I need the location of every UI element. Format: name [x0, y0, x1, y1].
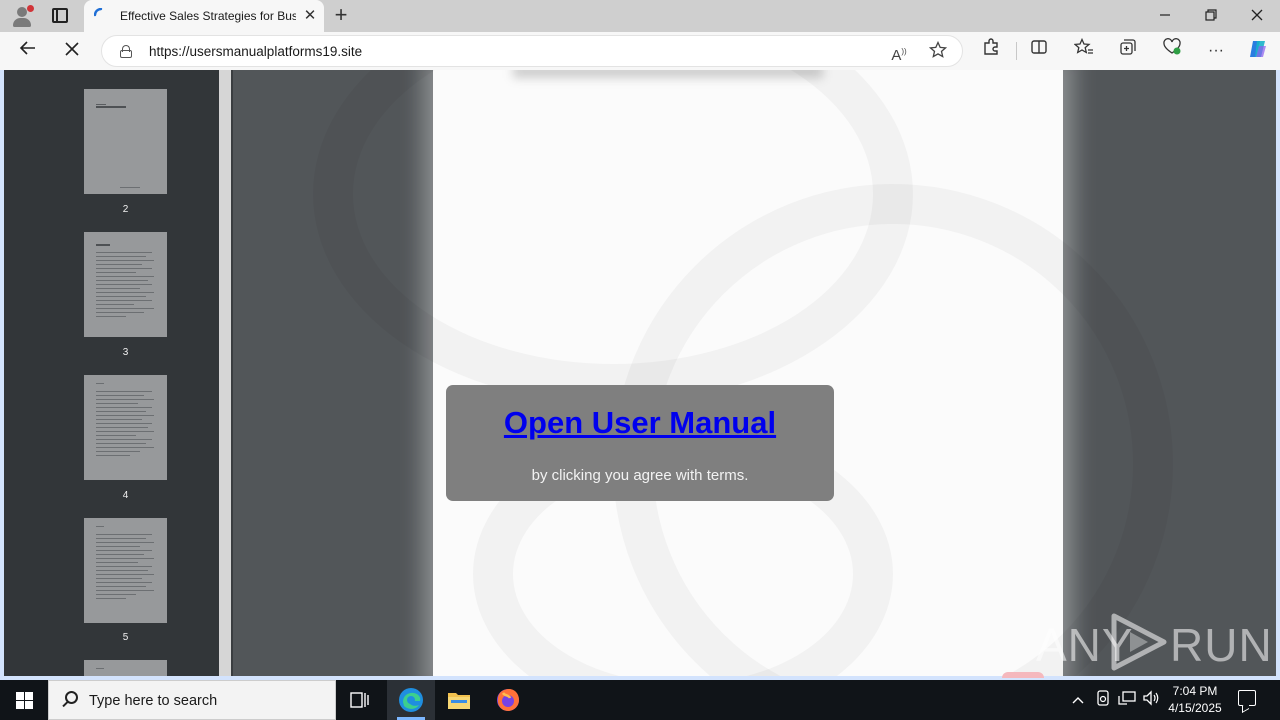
close-icon	[1251, 9, 1263, 21]
notification-center-icon[interactable]	[1238, 690, 1256, 706]
screen: Effective Sales Strategies for Busi ✕ + …	[0, 0, 1280, 720]
more-options-icon[interactable]: ···	[1203, 38, 1229, 64]
back-button[interactable]	[15, 38, 41, 64]
thumbnail-page-5[interactable]	[84, 518, 167, 623]
url-text[interactable]: https://usersmanualplatforms19.site	[149, 44, 362, 59]
sidebar-splitter[interactable]	[219, 70, 233, 676]
taskbar: Type here to search 7:04 PM 4/15/2025	[0, 680, 1280, 720]
tab-active[interactable]: Effective Sales Strategies for Busi ✕	[84, 0, 324, 32]
thumbnail-label: 4	[122, 490, 129, 501]
lock-icon[interactable]	[120, 45, 132, 58]
thumbnail-label: 5	[122, 632, 129, 643]
restore-icon	[1205, 9, 1217, 21]
tab-actions-icon[interactable]	[52, 8, 68, 23]
taskbar-file-explorer[interactable]	[435, 680, 483, 720]
system-clock[interactable]: 7:04 PM 4/15/2025	[1160, 683, 1230, 717]
extensions-icon[interactable]	[978, 38, 1004, 64]
tab-close-icon[interactable]: ✕	[302, 8, 318, 24]
task-view-button[interactable]	[336, 680, 384, 720]
download-prompt: Open User Manual by clicking you agree w…	[446, 385, 834, 501]
terms-notice: by clicking you agree with terms.	[531, 467, 749, 484]
taskbar-edge[interactable]	[387, 680, 435, 720]
stop-icon	[65, 42, 79, 56]
document-viewer: 2 3 4 5 Open User Manual by clicking you…	[4, 70, 1276, 676]
search-icon	[61, 691, 79, 709]
favorite-star-icon[interactable]	[927, 40, 949, 63]
network-icon[interactable]	[1117, 690, 1137, 710]
copilot-icon[interactable]	[1245, 38, 1271, 64]
document-pane	[233, 70, 1276, 676]
browser-essentials-icon[interactable]	[1159, 38, 1185, 64]
new-tab-button[interactable]: +	[330, 4, 352, 28]
navigation-bar: https://usersmanualplatforms19.site A)) …	[0, 32, 1280, 70]
tray-overflow-icon[interactable]	[1068, 690, 1088, 710]
play-triangle-icon	[1111, 613, 1167, 671]
anyrun-watermark: ANY RUN	[1036, 610, 1272, 674]
minimize-button[interactable]	[1142, 0, 1188, 32]
thumbnail-label: 3	[122, 347, 129, 358]
profile-icon[interactable]	[10, 5, 34, 27]
tab-title: Effective Sales Strategies for Busi	[120, 9, 296, 23]
thumbnail-page-2[interactable]	[84, 89, 167, 194]
thumbnail-page-next[interactable]	[84, 660, 167, 676]
folder-icon	[448, 693, 470, 709]
address-bar[interactable]: https://usersmanualplatforms19.site A))	[101, 35, 963, 67]
notification-chip	[1002, 672, 1044, 678]
blurred-page	[433, 70, 1063, 676]
start-button[interactable]	[0, 680, 48, 720]
firefox-icon	[497, 689, 519, 711]
thumbnail-label: 2	[122, 204, 129, 215]
read-aloud-icon[interactable]: A))	[888, 41, 910, 64]
clock-time: 7:04 PM	[1172, 684, 1218, 698]
collections-icon[interactable]	[1115, 38, 1141, 64]
task-view-icon	[350, 692, 369, 708]
volume-icon[interactable]	[1141, 690, 1161, 710]
loading-favicon-icon	[94, 8, 103, 17]
minimize-icon	[1160, 14, 1170, 16]
restore-button[interactable]	[1188, 0, 1234, 32]
back-arrow-icon	[19, 41, 35, 55]
windows-logo-icon	[16, 692, 24, 700]
stop-loading-button[interactable]	[59, 38, 85, 64]
split-screen-icon[interactable]	[1026, 38, 1052, 64]
thumbnail-page-4[interactable]	[84, 375, 167, 480]
thumbnail-sidebar[interactable]: 2 3 4 5	[4, 70, 219, 676]
close-window-button[interactable]	[1234, 0, 1280, 32]
clock-date: 4/15/2025	[1168, 701, 1222, 715]
toolbar-separator	[1016, 42, 1017, 60]
taskbar-firefox[interactable]	[484, 680, 532, 720]
edge-browser-icon	[399, 688, 423, 712]
favorites-icon[interactable]	[1071, 37, 1097, 64]
taskbar-search-box[interactable]: Type here to search	[48, 680, 336, 720]
tab-strip: Effective Sales Strategies for Busi ✕ +	[0, 0, 1280, 32]
device-icon[interactable]	[1093, 690, 1113, 710]
thumbnail-page-3[interactable]	[84, 232, 167, 337]
search-placeholder: Type here to search	[89, 693, 218, 709]
watermark-right-text: RUN	[1170, 619, 1273, 671]
open-user-manual-link[interactable]: Open User Manual	[446, 405, 834, 441]
